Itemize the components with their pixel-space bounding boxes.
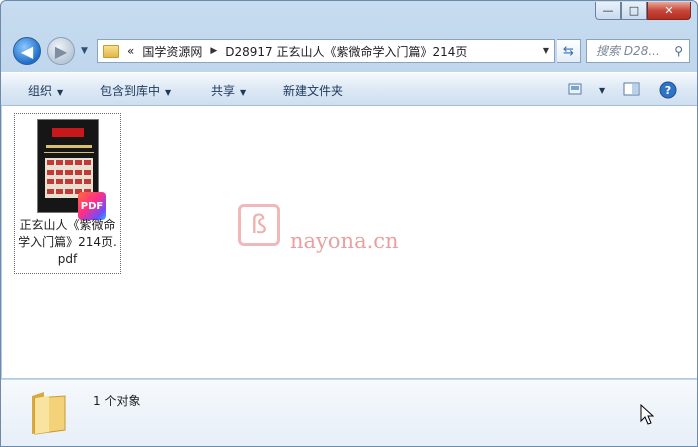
view-options-dropdown[interactable]: ▼ xyxy=(594,82,605,96)
chevron-down-icon: ▼ xyxy=(165,88,172,97)
recent-pages-dropdown[interactable]: ▼ xyxy=(81,46,88,56)
view-icon[interactable] xyxy=(568,81,586,97)
navigation-bar: ◀ ▶ ▼ « 国学资源网 ▶ D28917 正玄山人《紫微命学入门篇》214页… xyxy=(1,31,697,69)
close-button[interactable]: ✕ xyxy=(647,2,691,20)
address-dropdown-icon[interactable]: ▼ xyxy=(543,46,549,55)
chevron-down-icon: ▼ xyxy=(240,88,247,97)
details-pane: 1 个对象 xyxy=(1,379,697,446)
file-item[interactable]: PDF 正玄山人《紫微命学入门篇》214页.pdf xyxy=(14,113,121,274)
chevron-down-icon: ▼ xyxy=(57,88,64,97)
command-bar: 组织 ▼ 包含到库中 ▼ 共享 ▼ 新建文件夹 ▼ ? xyxy=(1,72,697,106)
maximize-button[interactable]: □ xyxy=(621,2,647,20)
pdf-badge-label: PDF xyxy=(80,200,104,212)
organize-label: 组织 xyxy=(28,84,53,98)
file-list-area[interactable]: PDF 正玄山人《紫微命学入门篇》214页.pdf ß nayona.cn xyxy=(2,106,697,378)
breadcrumb-chevron-icon[interactable]: ▶ xyxy=(210,46,217,56)
svg-text:?: ? xyxy=(665,84,671,97)
pdf-icon: PDF xyxy=(78,192,106,220)
file-name: 正玄山人《紫微命学入门篇》214页.pdf xyxy=(18,218,117,266)
breadcrumb-segment[interactable]: 国学资源网 xyxy=(142,43,202,60)
include-in-library-button[interactable]: 包含到库中 ▼ xyxy=(100,82,171,99)
refresh-button[interactable]: ⇆ xyxy=(557,39,581,63)
include-in-library-label: 包含到库中 xyxy=(100,84,161,98)
help-icon[interactable]: ? xyxy=(659,81,677,99)
item-count: 1 个对象 xyxy=(93,394,141,408)
breadcrumb-segment-current[interactable]: D28917 正玄山人《紫微命学入门篇》214页 xyxy=(225,43,467,60)
watermark-logo-icon: ß xyxy=(238,204,280,246)
caption-buttons: — □ ✕ xyxy=(595,2,691,20)
search-icon[interactable]: ⚲ xyxy=(674,40,683,62)
new-folder-label: 新建文件夹 xyxy=(283,84,344,98)
forward-button[interactable]: ▶ xyxy=(47,37,75,65)
arrow-left-icon: ◀ xyxy=(20,41,34,61)
minimize-button[interactable]: — xyxy=(595,2,621,20)
watermark-site: nayona.cn xyxy=(290,229,399,253)
share-button[interactable]: 共享 ▼ xyxy=(211,82,246,99)
folder-icon xyxy=(103,44,119,58)
address-bar[interactable]: « 国学资源网 ▶ D28917 正玄山人《紫微命学入门篇》214页 ▼ xyxy=(97,39,555,63)
search-input[interactable]: 搜索 D28... ⚲ xyxy=(586,39,690,63)
arrow-right-icon: ▶ xyxy=(54,41,68,61)
share-label: 共享 xyxy=(211,84,236,98)
search-placeholder: 搜索 D28... xyxy=(596,44,660,58)
watermark: ß nayona.cn xyxy=(238,198,468,253)
mouse-cursor-icon xyxy=(640,403,655,429)
folder-icon xyxy=(29,390,69,436)
new-folder-button[interactable]: 新建文件夹 xyxy=(283,82,343,99)
thumbnail-banner xyxy=(52,128,84,137)
chevron-down-icon: ▼ xyxy=(81,46,88,56)
preview-pane-icon[interactable] xyxy=(623,81,641,97)
explorer-window: — □ ✕ ◀ ▶ ▼ « 国学资源网 ▶ D28917 正玄山人《紫微命学入门… xyxy=(0,0,698,447)
thumbnail-title xyxy=(44,142,94,153)
back-button[interactable]: ◀ xyxy=(13,37,41,65)
chevron-down-icon: ▼ xyxy=(599,86,606,95)
organize-button[interactable]: 组织 ▼ xyxy=(28,82,63,99)
refresh-icon: ⇆ xyxy=(563,43,574,59)
address-overflow[interactable]: « xyxy=(127,44,134,58)
